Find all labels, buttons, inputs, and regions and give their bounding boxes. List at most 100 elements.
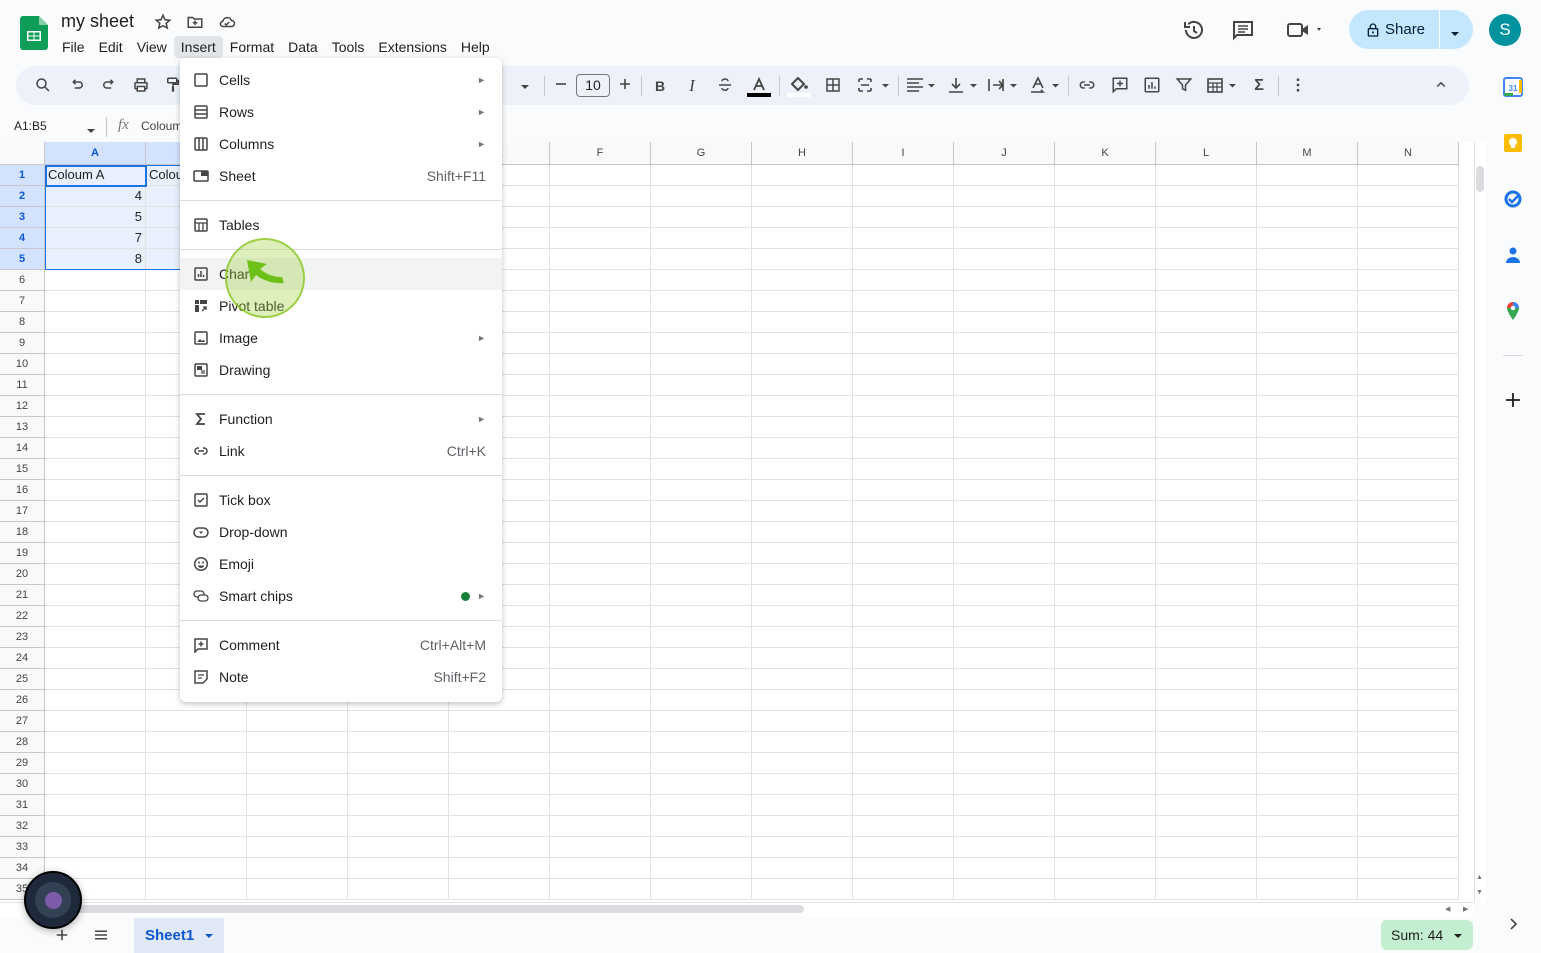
cell-a4[interactable]: 7 [45, 228, 146, 249]
cell-h26[interactable] [752, 690, 853, 711]
cell-k14[interactable] [1055, 438, 1156, 459]
cell-i15[interactable] [853, 459, 954, 480]
cell-i10[interactable] [853, 354, 954, 375]
row-header-31[interactable]: 31 [0, 795, 45, 816]
cell-n8[interactable] [1358, 312, 1459, 333]
cell-h27[interactable] [752, 711, 853, 732]
cell-n14[interactable] [1358, 438, 1459, 459]
cell-l33[interactable] [1156, 837, 1257, 858]
cell-b30[interactable] [146, 774, 247, 795]
cell-n28[interactable] [1358, 732, 1459, 753]
cell-h19[interactable] [752, 543, 853, 564]
cell-n4[interactable] [1358, 228, 1459, 249]
row-header-8[interactable]: 8 [0, 312, 45, 333]
cell-h7[interactable] [752, 291, 853, 312]
cell-k20[interactable] [1055, 564, 1156, 585]
cell-m21[interactable] [1257, 585, 1358, 606]
row-header-4[interactable]: 4 [0, 228, 45, 249]
cell-i2[interactable] [853, 186, 954, 207]
row-header-9[interactable]: 9 [0, 333, 45, 354]
row-header-16[interactable]: 16 [0, 480, 45, 501]
menu-item-rows[interactable]: Rows ► [180, 96, 502, 128]
cell-d34[interactable] [348, 858, 449, 879]
cell-k32[interactable] [1055, 816, 1156, 837]
cell-a18[interactable] [45, 522, 146, 543]
row-header-1[interactable]: 1 [0, 165, 45, 186]
cell-k22[interactable] [1055, 606, 1156, 627]
cell-g5[interactable] [651, 249, 752, 270]
cell-g31[interactable] [651, 795, 752, 816]
vertical-align-icon[interactable] [947, 76, 981, 96]
menu-format[interactable]: Format [223, 36, 281, 58]
strikethrough-icon[interactable] [715, 76, 735, 96]
cell-k21[interactable] [1055, 585, 1156, 606]
avatar[interactable]: S [1489, 14, 1521, 46]
cell-k5[interactable] [1055, 249, 1156, 270]
cell-h18[interactable] [752, 522, 853, 543]
expand-side-panel-icon[interactable] [1505, 916, 1521, 937]
row-header-20[interactable]: 20 [0, 564, 45, 585]
cell-c30[interactable] [247, 774, 348, 795]
menu-item-smart-chips[interactable]: Smart chips ► [180, 580, 502, 612]
cell-k1[interactable] [1055, 165, 1156, 186]
menu-item-tick-box[interactable]: Tick box [180, 484, 502, 516]
sum-dropdown-icon[interactable] [1453, 920, 1463, 950]
menu-item-tables[interactable]: Tables [180, 209, 502, 241]
comments-icon[interactable] [1231, 18, 1255, 42]
cell-i8[interactable] [853, 312, 954, 333]
row-header-17[interactable]: 17 [0, 501, 45, 522]
cell-g16[interactable] [651, 480, 752, 501]
cell-m17[interactable] [1257, 501, 1358, 522]
cell-h21[interactable] [752, 585, 853, 606]
cell-f26[interactable] [550, 690, 651, 711]
cell-f8[interactable] [550, 312, 651, 333]
cell-j13[interactable] [954, 417, 1055, 438]
scroll-up-icon[interactable]: ▲ [1476, 874, 1483, 881]
borders-icon[interactable] [823, 76, 843, 96]
font-family-dropdown-icon[interactable] [515, 76, 535, 96]
cell-j9[interactable] [954, 333, 1055, 354]
cell-i30[interactable] [853, 774, 954, 795]
cell-f32[interactable] [550, 816, 651, 837]
cell-h9[interactable] [752, 333, 853, 354]
cell-m7[interactable] [1257, 291, 1358, 312]
maps-icon[interactable] [1503, 301, 1523, 321]
cell-l25[interactable] [1156, 669, 1257, 690]
cell-h12[interactable] [752, 396, 853, 417]
cell-e34[interactable] [449, 858, 550, 879]
cell-m8[interactable] [1257, 312, 1358, 333]
cell-c34[interactable] [247, 858, 348, 879]
cell-f5[interactable] [550, 249, 651, 270]
cell-j33[interactable] [954, 837, 1055, 858]
cell-j11[interactable] [954, 375, 1055, 396]
cell-j31[interactable] [954, 795, 1055, 816]
cell-m30[interactable] [1257, 774, 1358, 795]
cell-l35[interactable] [1156, 879, 1257, 900]
cell-m29[interactable] [1257, 753, 1358, 774]
column-header-f[interactable]: F [550, 142, 651, 165]
cell-d31[interactable] [348, 795, 449, 816]
cell-g23[interactable] [651, 627, 752, 648]
cell-l7[interactable] [1156, 291, 1257, 312]
cell-m1[interactable] [1257, 165, 1358, 186]
cell-k11[interactable] [1055, 375, 1156, 396]
cell-a26[interactable] [45, 690, 146, 711]
cell-f30[interactable] [550, 774, 651, 795]
cell-m25[interactable] [1257, 669, 1358, 690]
cell-e27[interactable] [449, 711, 550, 732]
cell-f23[interactable] [550, 627, 651, 648]
cell-i16[interactable] [853, 480, 954, 501]
cell-n30[interactable] [1358, 774, 1459, 795]
cell-f33[interactable] [550, 837, 651, 858]
cell-e33[interactable] [449, 837, 550, 858]
cell-d30[interactable] [348, 774, 449, 795]
cell-j27[interactable] [954, 711, 1055, 732]
horizontal-scroll-thumb[interactable] [50, 905, 804, 913]
cell-l31[interactable] [1156, 795, 1257, 816]
cell-a16[interactable] [45, 480, 146, 501]
cell-f14[interactable] [550, 438, 651, 459]
cell-h20[interactable] [752, 564, 853, 585]
row-header-11[interactable]: 11 [0, 375, 45, 396]
cell-e31[interactable] [449, 795, 550, 816]
cell-i35[interactable] [853, 879, 954, 900]
